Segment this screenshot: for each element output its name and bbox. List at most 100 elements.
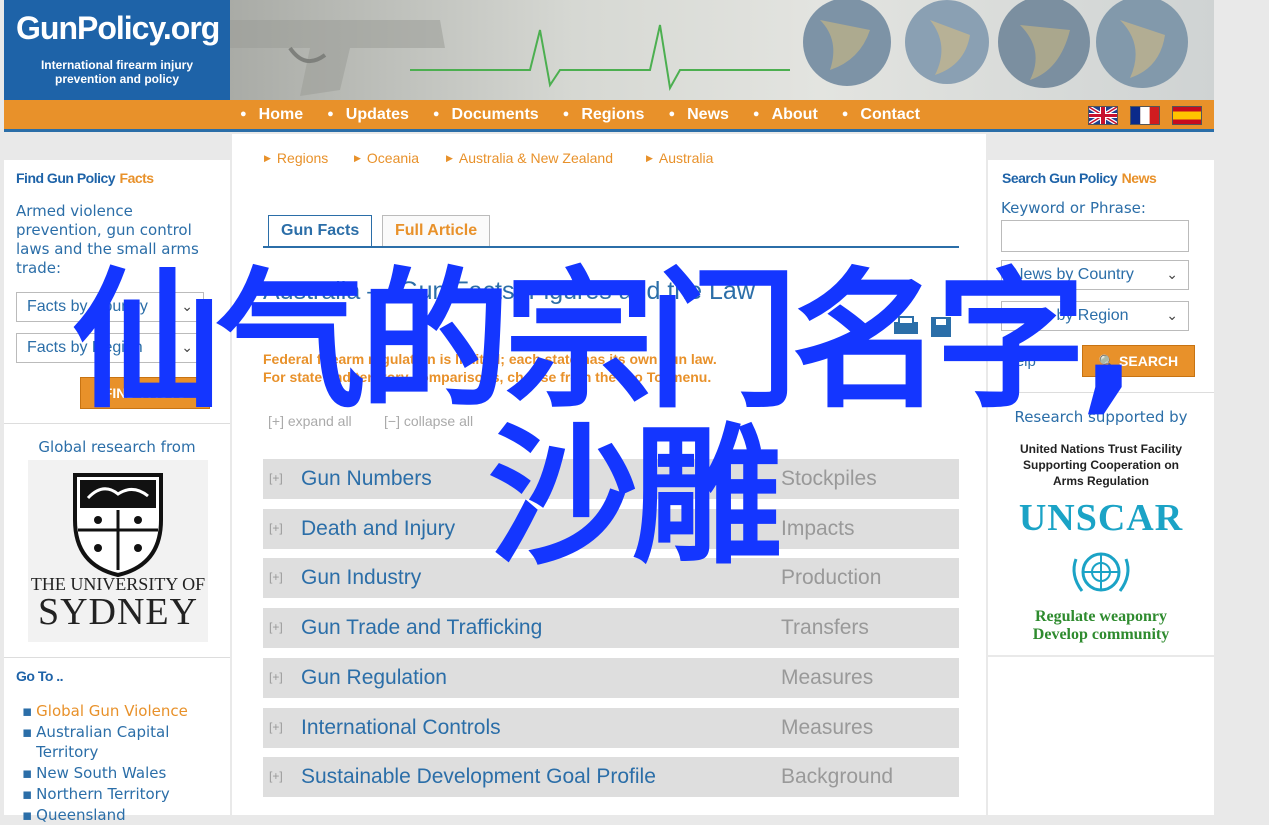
fact-row-label: Sustainable Development Goal Profile xyxy=(301,765,656,788)
fact-row[interactable]: [+] Gun Numbers Stockpiles xyxy=(263,459,959,499)
nav-news[interactable]: ● News xyxy=(668,106,728,124)
news-by-country-value: News by Country xyxy=(1012,266,1134,283)
uk-flag-icon[interactable] xyxy=(1088,106,1118,125)
facts-by-country-value: Facts by Country xyxy=(27,298,148,315)
nav-about-label: About xyxy=(771,105,818,123)
chevron-down-icon: ⌄ xyxy=(181,298,193,314)
expand-icon: [+] xyxy=(269,620,283,634)
nav-contact[interactable]: ● Contact xyxy=(842,106,920,124)
goto-item[interactable]: ▪ Northern Territory xyxy=(22,784,222,804)
save-icon[interactable] xyxy=(930,316,952,338)
unscar-logo[interactable]: UNSCAR xyxy=(988,496,1214,540)
nav-documents-label: Documents xyxy=(451,105,539,123)
slogan-line2: Develop community xyxy=(1032,626,1170,643)
goto-item[interactable]: ▪ Global Gun Violence xyxy=(22,701,222,721)
unscar-slogan: Regulate weaponry Develop community xyxy=(988,608,1214,644)
find-facts-button[interactable]: FIND FACTS xyxy=(80,377,210,409)
nav-updates[interactable]: ● Updates xyxy=(327,106,409,124)
expand-all-link[interactable]: [+] expand all xyxy=(268,413,352,429)
goto-item[interactable]: ▪ New South Wales xyxy=(22,763,222,783)
goto-link[interactable]: Northern Territory xyxy=(36,784,170,804)
fact-row-label: Death and Injury xyxy=(301,517,456,540)
state-notice: Federal firearm regulation is limited; e… xyxy=(263,350,717,386)
fact-row[interactable]: [+] Gun Trade and Trafficking Transfers xyxy=(263,608,959,648)
goto-item[interactable]: ▪ Australian Capital Territory xyxy=(22,722,222,762)
chevron-down-icon: ⌄ xyxy=(1166,307,1178,323)
news-by-region-select[interactable]: News by Region ⌄ xyxy=(1001,301,1189,331)
breadcrumb-label: Australia & New Zealand xyxy=(458,150,613,166)
language-flags xyxy=(1088,106,1202,125)
fact-row[interactable]: [+] Gun Regulation Measures xyxy=(263,658,959,698)
search-icon: 🔍 xyxy=(1098,354,1116,369)
chevron-down-icon: ⌄ xyxy=(181,339,193,355)
nav-regions[interactable]: ● Regions xyxy=(563,106,645,124)
nav-about[interactable]: ● About xyxy=(753,106,818,124)
search-news-heading-a: Search Gun Policy xyxy=(1002,170,1118,186)
search-news-heading: Search Gun Policy News xyxy=(1002,170,1157,188)
slogan-line1: Regulate weaponry xyxy=(1035,608,1167,625)
university-line2: SYDNEY xyxy=(37,591,199,633)
site-logo[interactable]: GunPolicy.org International firearm inju… xyxy=(4,0,230,100)
left-sidebar: Find Gun Policy Facts Armed violence pre… xyxy=(4,160,230,824)
logo-subtitle-line2: prevention and policy xyxy=(54,72,180,86)
goto-link[interactable]: Queensland xyxy=(36,805,125,825)
fact-row[interactable]: [+] Death and Injury Impacts xyxy=(263,509,959,549)
nav-regions-label: Regions xyxy=(581,105,645,123)
nav-home[interactable]: ● Home xyxy=(240,106,303,124)
expand-icon: [+] xyxy=(269,720,283,734)
tab-full-article[interactable]: Full Article xyxy=(382,215,491,247)
tab-gun-facts[interactable]: Gun Facts xyxy=(268,215,373,247)
fact-row-category: Measures xyxy=(781,666,874,689)
print-icon[interactable] xyxy=(892,316,920,336)
nav-documents[interactable]: ● Documents xyxy=(433,106,539,124)
collapse-all-link[interactable]: [−] collapse all xyxy=(384,413,473,429)
breadcrumb-item[interactable]: ▶ Oceania xyxy=(354,150,419,166)
university-logo[interactable]: THE UNIVERSITY OF SYDNEY xyxy=(28,460,208,642)
expand-icon: [+] xyxy=(269,471,283,485)
goto-list: ▪ Global Gun Violence ▪ Australian Capital… xyxy=(22,701,222,825)
un-line1: United Nations Trust Facility xyxy=(1019,442,1183,456)
goto-item[interactable]: ▪ Queensland xyxy=(22,805,222,825)
nav-news-label: News xyxy=(687,105,729,123)
expand-icon: [+] xyxy=(269,570,283,584)
fact-row[interactable]: [+] Gun Industry Production xyxy=(263,558,959,598)
header-banner xyxy=(230,0,1214,100)
fact-row-category: Background xyxy=(781,765,894,788)
keyword-input[interactable] xyxy=(1001,220,1189,252)
search-button-label: SEARCH xyxy=(1119,353,1179,369)
fact-row-category: Production xyxy=(781,566,882,589)
help-link[interactable]: Help xyxy=(1005,353,1036,370)
france-flag-icon[interactable] xyxy=(1130,106,1160,125)
fact-row-label: Gun Numbers xyxy=(301,467,432,490)
expand-icon: [+] xyxy=(269,769,283,783)
university-crest-icon xyxy=(73,473,163,578)
fact-row[interactable]: [+] International Controls Measures xyxy=(263,708,959,748)
page-title: Australia — Gun Facts, Figures and the L… xyxy=(263,277,755,305)
fact-row-category: Measures xyxy=(781,716,874,739)
fact-row-label: Gun Industry xyxy=(301,566,422,589)
facts-by-region-value: Facts by Region xyxy=(27,339,143,356)
goto-heading: Go To .. xyxy=(16,668,64,684)
right-sidebar: Search Gun Policy News Keyword or Phrase… xyxy=(988,160,1214,655)
nav-updates-label: Updates xyxy=(345,105,409,123)
news-by-country-select[interactable]: News by Country ⌄ xyxy=(1001,260,1189,290)
expand-icon: [+] xyxy=(269,670,283,684)
breadcrumb-item[interactable]: ▶ Australia & New Zealand xyxy=(446,150,613,166)
logo-subtitle-line1: International firearm injury xyxy=(40,58,194,72)
fact-row-label: Gun Regulation xyxy=(301,666,447,689)
keyword-label: Keyword or Phrase: xyxy=(1001,199,1146,217)
goto-link[interactable]: New South Wales xyxy=(36,763,166,783)
find-facts-heading: Find Gun Policy Facts xyxy=(16,170,154,188)
spain-flag-icon[interactable] xyxy=(1172,106,1202,125)
fact-row[interactable]: [+] Sustainable Development Goal Profile B… xyxy=(263,757,959,797)
goto-link[interactable]: Australian Capital Territory xyxy=(36,722,222,762)
un-line2: Supporting Cooperation on xyxy=(1023,458,1179,472)
goto-link[interactable]: Global Gun Violence xyxy=(36,701,188,721)
breadcrumb-item[interactable]: ▶ Australia xyxy=(646,150,713,166)
nav-contact-label: Contact xyxy=(860,105,920,123)
breadcrumb-item[interactable]: ▶ Regions xyxy=(264,150,328,166)
search-button[interactable]: 🔍 SEARCH xyxy=(1082,345,1195,377)
facts-by-region-select[interactable]: Facts by Region ⌄ xyxy=(16,333,204,363)
facts-by-country-select[interactable]: Facts by Country ⌄ xyxy=(16,292,204,322)
fact-row-category: Impacts xyxy=(781,517,855,540)
